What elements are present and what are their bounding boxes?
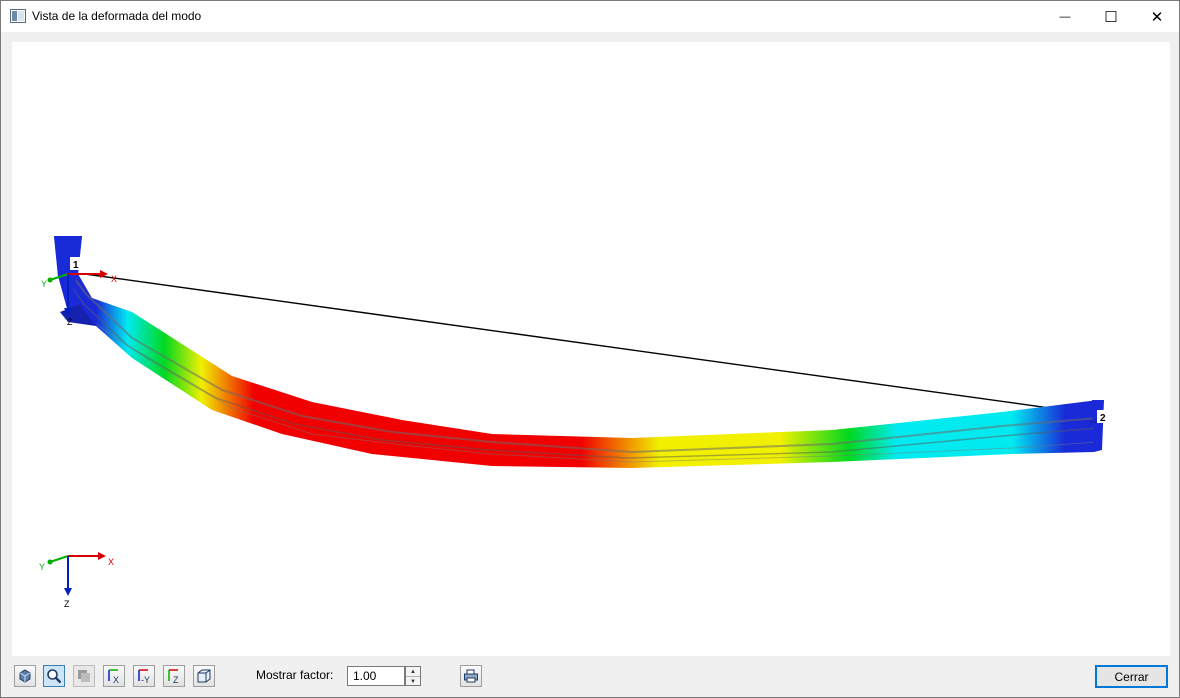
view-z-caption: Z [173,675,179,684]
zoom-button[interactable] [43,665,65,687]
minimize-icon: — [1059,10,1071,23]
print-button[interactable] [460,665,482,687]
node-2-label: 2 [1100,413,1106,424]
right-end-web [1092,400,1104,452]
3d-view-icon [19,669,31,683]
view-minus-y-caption: -Y [141,675,150,684]
isometric-view-button[interactable] [193,665,215,687]
render-mode-button[interactable] [73,665,95,687]
view-x-icon: X [108,669,119,684]
triad-y-label: Y [39,562,45,572]
local-x-label: X [111,274,117,284]
bottom-toolbar: X -Y Z Mostrar factor: ▲ [1,658,1179,697]
close-icon: ✕ [1150,8,1164,26]
spin-down-icon[interactable]: ▼ [406,677,420,686]
local-z-label: Z [67,317,73,327]
view-x-caption: X [113,675,119,684]
local-y-label: Y [41,279,47,289]
maximize-button[interactable]: ☐ [1088,1,1134,32]
close-window-button[interactable]: ✕ [1134,1,1180,32]
close-button[interactable]: Cerrar [1095,665,1168,688]
view-x-button[interactable]: X [103,665,125,687]
display-factor-spinner[interactable]: ▲ ▼ [405,666,421,686]
view-minus-y-icon: -Y [138,669,150,684]
view-minus-y-button[interactable]: -Y [133,665,155,687]
window-title: Vista de la deformada del modo [32,9,202,23]
minimize-button[interactable]: — [1042,1,1088,32]
triad-z-label: Z [64,599,70,609]
app-icon [10,9,26,23]
maximize-icon: ☐ [1104,8,1118,26]
triad-x-label: X [108,557,114,567]
mode-shape-viewport[interactable]: X Y Z 1 2 X Y Z [12,42,1170,656]
display-factor-label: Mostrar factor: [256,668,334,682]
display-factor-input[interactable] [347,666,405,686]
zoom-icon [47,669,62,684]
printer-icon [464,669,478,683]
spin-up-icon[interactable]: ▲ [406,667,420,677]
render-mode-icon [78,670,90,682]
global-axis-triad: X Y Z [39,552,114,609]
title-bar: Vista de la deformada del modo — ☐ ✕ [1,1,1179,32]
view-z-button[interactable]: Z [163,665,185,687]
dialog-window: Vista de la deformada del modo — ☐ ✕ X Y… [0,0,1180,698]
isometric-box-icon [197,669,211,683]
view-z-icon: Z [168,669,179,684]
deformed-shape-canvas: X Y Z 1 2 X Y Z [39,236,1109,609]
3d-view-button[interactable] [14,665,36,687]
node-1-label: 1 [73,260,79,271]
